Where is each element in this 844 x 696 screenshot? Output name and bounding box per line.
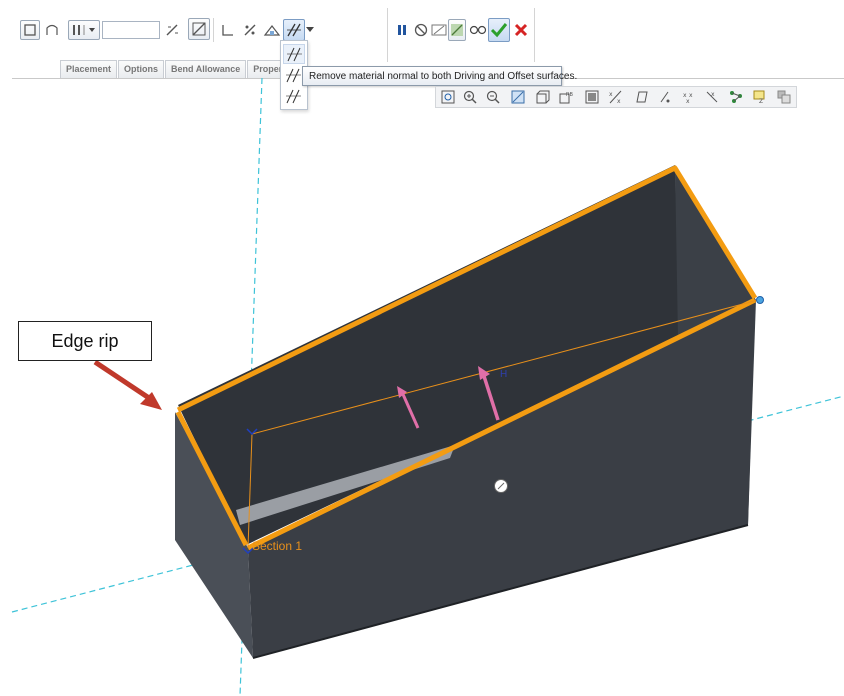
callout-arrow — [93, 359, 157, 405]
callout-text: Edge rip — [51, 330, 119, 351]
edge-rip-callout: Edge rip — [18, 321, 152, 361]
endpoint-marker — [756, 296, 764, 304]
h-label: H — [500, 369, 508, 380]
section-label: Section 1 — [252, 539, 303, 553]
